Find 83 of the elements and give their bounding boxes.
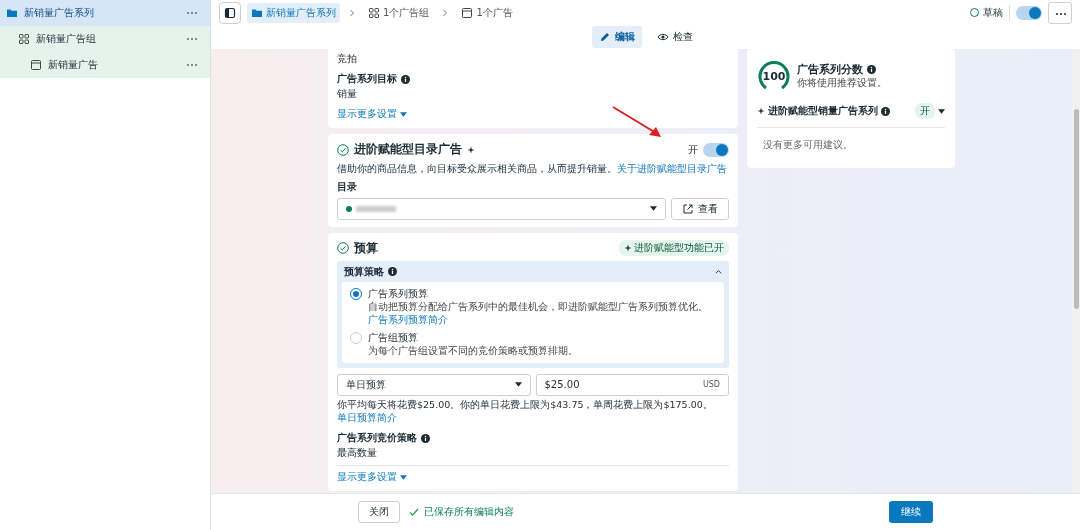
- field-label: 广告系列竞价策略: [337, 431, 417, 446]
- caret-icon: [400, 111, 407, 117]
- learn-more-link[interactable]: 单日预算简介: [337, 411, 397, 426]
- card-title: 预算: [354, 239, 378, 257]
- currency-label: USD: [702, 380, 720, 390]
- caret-icon: [650, 206, 657, 211]
- external-link-icon: [682, 202, 694, 215]
- arrow-drawing: [612, 106, 662, 138]
- pencil-icon: [598, 31, 611, 43]
- option-description: 为每个广告组设置不同的竞价策略或预算排期。: [368, 345, 578, 358]
- empty-text: 没有更多可用建议。: [762, 138, 854, 152]
- check-circle-icon: [337, 242, 349, 254]
- breadcrumb-item[interactable]: 新销量广告系列: [247, 2, 340, 23]
- mode-tab[interactable]: 检查: [649, 26, 700, 48]
- more-icon[interactable]: [186, 11, 198, 15]
- check-circle-icon: [337, 143, 349, 156]
- more-button[interactable]: [1048, 1, 1072, 24]
- option-label: 广告组预算: [368, 331, 419, 345]
- caret-icon: [400, 474, 407, 480]
- info-icon: [388, 267, 397, 276]
- caret-icon: [938, 108, 945, 114]
- sidebar-item[interactable]: 新销量广告组: [0, 26, 210, 52]
- chevron-icon: [715, 269, 722, 274]
- eye-icon: [656, 31, 669, 43]
- card-title: 进阶赋能型目录广告: [354, 141, 462, 158]
- field-value: 最高数量: [337, 446, 378, 461]
- option-description: 自动把预算分配给广告系列中的最佳机会，即进阶赋能型广告系列预算优化。 广告系列预算简介: [368, 300, 709, 328]
- catalog-toggle[interactable]: [703, 142, 729, 157]
- field-label: 目录: [337, 179, 358, 194]
- scrollbar[interactable]: [1072, 49, 1080, 493]
- sidebar-item[interactable]: 新销量广告: [0, 52, 210, 78]
- field-label: 广告系列目标: [337, 72, 397, 86]
- field-value: 销量: [337, 87, 358, 101]
- mode-tab[interactable]: 编辑: [591, 26, 642, 48]
- more-icon[interactable]: [186, 63, 198, 67]
- info-icon: [867, 65, 876, 74]
- close-button[interactable]: 关闭: [358, 501, 400, 523]
- amount-input[interactable]: $25.00 USD: [535, 373, 729, 396]
- window-icon: [461, 6, 474, 19]
- strategy-header[interactable]: 预算策略: [342, 263, 724, 282]
- feature-badge: 开: [915, 103, 935, 119]
- feature-label: 进阶赋能型销量广告系列: [768, 104, 878, 118]
- checkmark-icon: [408, 506, 420, 518]
- saved-status: 已保存所有编辑内容: [424, 505, 514, 519]
- sidebar-item[interactable]: 新销量广告系列: [0, 0, 210, 26]
- publish-toggle[interactable]: [1016, 5, 1042, 20]
- folder-icon: [6, 7, 18, 19]
- breadcrumb-item[interactable]: 1个广告: [457, 2, 517, 23]
- more-icon: [1055, 12, 1067, 16]
- more-icon[interactable]: [186, 37, 198, 41]
- grid-icon: [368, 6, 380, 19]
- window-icon: [30, 59, 42, 71]
- sparkle-icon: [467, 145, 475, 154]
- view-button[interactable]: 查看: [671, 197, 729, 220]
- score-title: 广告系列分数: [797, 62, 863, 77]
- show-more-link[interactable]: 显示更多设置: [337, 107, 407, 121]
- learn-more-link[interactable]: 广告系列预算简介: [368, 313, 448, 327]
- budget-note: 你平均每天将花费$25.00。你的单日花费上限为$43.75，单周花费上限为$175.00。: [337, 398, 714, 412]
- chevron-icon: [349, 8, 355, 17]
- option-label: 广告系列预算: [368, 286, 429, 301]
- score-gauge: 100: [757, 59, 791, 93]
- continue-button[interactable]: 继续: [889, 501, 933, 523]
- info-icon: [401, 74, 410, 84]
- status-badge: 进阶赋能型功能已开: [619, 240, 729, 256]
- radio-button[interactable]: [350, 287, 362, 300]
- sparkle-icon: [624, 244, 632, 252]
- chevron-icon: [442, 8, 449, 17]
- breadcrumb-item[interactable]: 1个广告组: [364, 2, 434, 23]
- info-icon: [421, 433, 430, 443]
- sidebar-icon: [224, 6, 236, 19]
- caret-icon: [514, 382, 522, 388]
- panel-toggle-button[interactable]: [219, 1, 241, 24]
- learn-more-link[interactable]: 关于进阶赋能型目录广告: [617, 162, 727, 176]
- sparkle-icon: [757, 107, 765, 115]
- status-label: 草稿: [983, 5, 1003, 20]
- card-description: 借助你的商品信息，向目标受众展示相关商品，从而提升销量。关于进阶赋能型目录广告: [337, 162, 728, 176]
- purchase-type-value: 竞拍: [337, 52, 358, 66]
- score-subtitle: 你将使用推荐设置。: [797, 77, 887, 90]
- grid-icon: [18, 33, 30, 45]
- show-more-link[interactable]: 显示更多设置: [337, 470, 407, 485]
- info-icon: [881, 106, 890, 116]
- budget-type-select[interactable]: 单日预算: [337, 373, 531, 396]
- toggle-label: 开: [688, 142, 698, 157]
